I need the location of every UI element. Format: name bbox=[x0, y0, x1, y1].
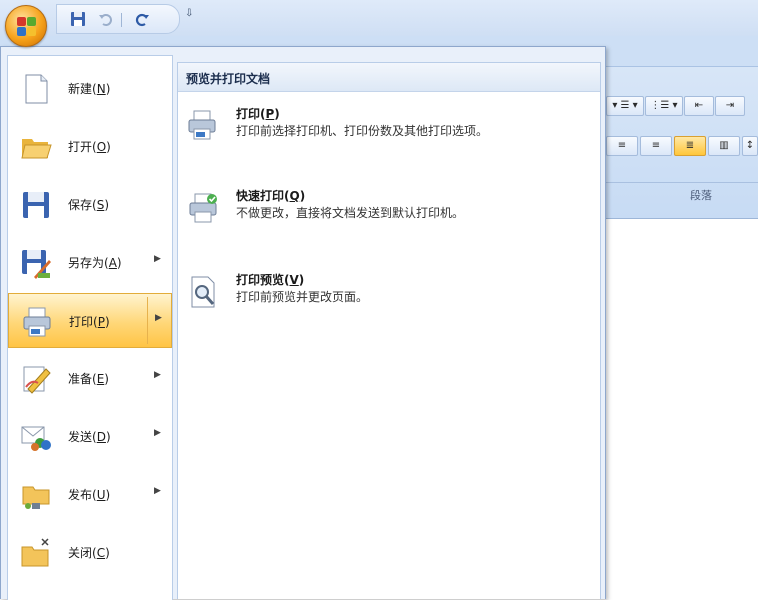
print-option-1[interactable]: 打印(P) 打印前选择打印机、打印份数及其他打印选项。 bbox=[178, 105, 600, 175]
quick-access-toolbar: ⇩ bbox=[0, 0, 758, 36]
print-option-3[interactable]: 打印预览(V) 打印前预览并更改页面。 bbox=[178, 271, 600, 323]
submenu-arrow-icon[interactable]: ▶ bbox=[155, 313, 162, 323]
menu-item-8[interactable]: 发布(U) ▶ bbox=[8, 467, 172, 522]
redo-icon[interactable] bbox=[133, 11, 151, 29]
send-mail-icon bbox=[20, 421, 52, 453]
menu-item-9[interactable]: 关闭(C) bbox=[8, 525, 172, 580]
open-folder-icon bbox=[20, 131, 52, 163]
menu-item-2[interactable]: 打开(O) bbox=[8, 119, 172, 174]
menu-item-label: 准备(E) bbox=[68, 372, 109, 386]
save-as-icon bbox=[20, 247, 52, 279]
menu-item-label: 新建(N) bbox=[68, 82, 111, 96]
print-submenu: 预览并打印文档 打印(P) 打印前选择打印机、打印份数及其他打印选项。 快速打印(Q… bbox=[177, 62, 601, 599]
submenu-arrow-icon[interactable]: ▶ bbox=[154, 370, 161, 380]
menu-item-label: 另存为(A) bbox=[68, 256, 122, 270]
new-document-icon bbox=[20, 73, 52, 105]
submenu-header: 预览并打印文档 bbox=[178, 63, 600, 92]
menu-item-5[interactable]: 打印(P) ▶ bbox=[8, 293, 172, 348]
menu-item-6[interactable]: 准备(E) ▶ bbox=[8, 351, 172, 406]
distributed-button[interactable]: ▥ bbox=[708, 136, 740, 156]
quick-print-icon bbox=[186, 191, 220, 225]
close-folder-icon bbox=[20, 537, 52, 569]
menu-item-1[interactable]: 新建(N) bbox=[8, 61, 172, 116]
print-preview-icon bbox=[186, 275, 220, 309]
menu-item-label: 发送(D) bbox=[68, 430, 111, 444]
menu-item-7[interactable]: 发送(D) ▶ bbox=[8, 409, 172, 464]
publish-folder-icon bbox=[20, 479, 52, 511]
undo-icon[interactable] bbox=[97, 11, 115, 29]
align-center-button[interactable]: ≡ bbox=[606, 136, 638, 156]
prepare-pencil-icon bbox=[20, 363, 52, 395]
customize-qat-icon[interactable]: ⇩ bbox=[185, 8, 193, 19]
save-disk-icon bbox=[20, 189, 52, 221]
print-option-2[interactable]: 快速打印(Q) 不做更改，直接将文档发送到默认打印机。 bbox=[178, 187, 600, 239]
print-option-title: 打印(P) bbox=[236, 107, 280, 121]
menu-item-3[interactable]: 保存(S) bbox=[8, 177, 172, 232]
line-spacing-button[interactable]: ↕ bbox=[742, 136, 758, 156]
print-option-title: 打印预览(V) bbox=[236, 273, 305, 287]
paragraph-group-label: 段落 bbox=[690, 189, 712, 202]
print-option-description: 打印前预览并更改页面。 bbox=[236, 290, 369, 304]
menu-item-label: 打开(O) bbox=[68, 140, 111, 154]
printer-icon bbox=[186, 109, 220, 143]
justify-button[interactable]: ≣ bbox=[674, 136, 706, 156]
submenu-arrow-icon[interactable]: ▶ bbox=[154, 486, 161, 496]
printer-icon bbox=[21, 306, 53, 338]
office-menu-commands: 新建(N) 打开(O) 保存(S) 另存为(A) ▶ 打印(P) ▶ 准备(E) ▶ 发送(D) ▶… bbox=[7, 55, 173, 600]
menu-item-label: 关闭(C) bbox=[68, 546, 110, 560]
menu-item-4[interactable]: 另存为(A) ▶ bbox=[8, 235, 172, 290]
menu-item-label: 打印(P) bbox=[69, 315, 110, 329]
submenu-arrow-icon[interactable]: ▶ bbox=[154, 254, 161, 264]
submenu-arrow-icon[interactable]: ▶ bbox=[154, 428, 161, 438]
align-right-button[interactable]: ≡ bbox=[640, 136, 672, 156]
decrease-indent-button[interactable]: ⇤ bbox=[684, 96, 714, 116]
menu-item-label: 发布(U) bbox=[68, 488, 111, 502]
print-option-description: 不做更改，直接将文档发送到默认打印机。 bbox=[236, 206, 465, 220]
menu-item-label: 保存(S) bbox=[68, 198, 110, 212]
office-button[interactable] bbox=[5, 5, 47, 47]
quick-access-bar bbox=[56, 4, 180, 34]
print-option-title: 快速打印(Q) bbox=[236, 189, 306, 203]
increase-indent-button[interactable]: ⇥ bbox=[715, 96, 745, 116]
multilevel-list-button[interactable]: ⋮☰ ▾ bbox=[645, 96, 683, 116]
print-option-description: 打印前选择打印机、打印份数及其他打印选项。 bbox=[236, 124, 489, 138]
submenu-title: 预览并打印文档 bbox=[186, 72, 271, 86]
save-icon[interactable] bbox=[69, 11, 87, 29]
bullets-button[interactable]: ▾ ☰ ▾ bbox=[606, 96, 644, 116]
